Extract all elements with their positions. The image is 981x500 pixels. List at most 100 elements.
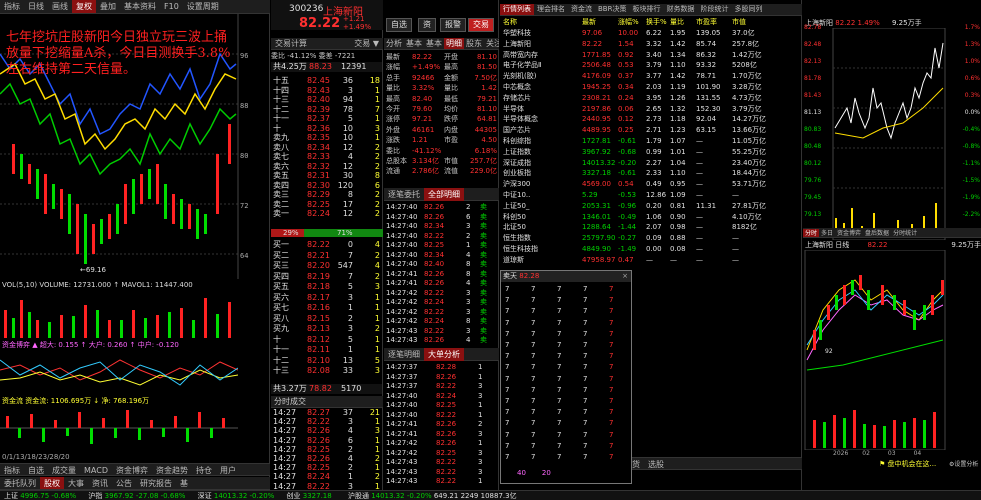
chart-tab-draw[interactable]: 画线 (48, 0, 72, 13)
chart-tab-daily[interactable]: 日线 (24, 0, 48, 13)
ind-tab-macd[interactable]: MACD (80, 464, 112, 475)
info-tab-news[interactable]: 资讯 (88, 477, 112, 489)
list-row[interactable]: 恒生科技指 4849.90 -1.49 0.00 0.08— — (500, 244, 802, 254)
tab-tick-detail[interactable]: 逐笔明细 (384, 348, 424, 361)
ind-tab-user[interactable]: 用户 (216, 464, 240, 475)
list-row[interactable]: 国产芯片 4489.95 0.25 2.71 1.23 63.15 13.66万亿 (500, 125, 802, 135)
chart-tab-adjust[interactable]: 复权 (72, 0, 96, 13)
chart-tab-indicator[interactable]: 指标 (0, 0, 24, 13)
buy-book-row[interactable]: 买一 82.22 0 4 (271, 240, 383, 250)
list-row[interactable]: 科创50 1346.01 -0.49 1.06 0.90—4.10万亿 (500, 212, 802, 222)
stats-tab-basic[interactable]: 基本 (404, 38, 424, 49)
info-button[interactable]: 资 (418, 18, 436, 32)
ind-tab-volume[interactable]: 成交量 (48, 464, 80, 475)
list-tab-flow[interactable]: 资金流 (568, 4, 595, 15)
stats-tab-basic2[interactable]: 基本 (424, 38, 444, 49)
buy-book-row[interactable]: 买五 82.18 5 3 (271, 282, 383, 292)
list-row[interactable]: 上证50_ 2053.31 -0.96 0.20 0.81 11.31 27.81万亿 (500, 201, 802, 211)
ind-tab-watch[interactable]: 自选 (24, 464, 48, 475)
list-row[interactable]: 上海新阳 82.22 1.54 3.32 1.42 85.74 257.8亿 (500, 39, 802, 49)
list-tab-multi[interactable]: 多股同列 (731, 4, 765, 15)
mini-tab-intraday[interactable]: 分时 (803, 229, 820, 237)
list-col-header[interactable]: 市值 (732, 17, 746, 27)
list-row[interactable]: 存储芯片 2308.21 0.24 3.95 1.26 131.55 4.73万亿 (500, 93, 802, 103)
buy-book[interactable]: 买一 82.22 0 4 买二 82.21 7 2 买三 82.20 547 4 买四 82.19 7 2 买五… (271, 238, 383, 378)
list-row[interactable]: 中芯概念 1945.25 0.34 2.03 1.19 101.90 3.28万亿 (500, 82, 802, 92)
buy-book-row[interactable]: 十一 82.11 1 1 (271, 345, 383, 355)
chart-tab-info[interactable]: 基本资料 (120, 0, 160, 13)
tick-list[interactable]: 14:27 82.27 37 21 14:27 82.22 3 1 14:27 82.26 4 3 14… (271, 408, 383, 491)
buy-book-row[interactable]: 十三 82.08 33 3 (271, 366, 383, 376)
tab-order-detail[interactable]: 逐笔委托 (384, 188, 424, 201)
list-col-header[interactable]: 量比 (670, 17, 684, 27)
list-tab-quotes[interactable]: 行情列表 (500, 4, 534, 15)
info-tab-fund[interactable]: 基 (176, 477, 192, 489)
list-col-header[interactable]: 名称 (503, 17, 517, 27)
quote-tab-trade[interactable]: 交易 ▼ (350, 38, 383, 49)
settings-link[interactable]: ⚙设置分析 (949, 459, 978, 468)
chart-tab-f10[interactable]: F10 (160, 0, 183, 13)
buy-book-row[interactable]: 买九 82.13 3 2 (271, 324, 383, 334)
buy-book-row[interactable]: 买三 82.20 547 4 (271, 261, 383, 271)
order-queue-popup[interactable]: 卖天 82.28 × 777777777777777777777777777777… (500, 270, 632, 484)
info-tab-events[interactable]: 大事 (64, 477, 88, 489)
list-row[interactable]: 恒生指数 25797.90 -0.27 0.09 0.88— — (500, 233, 802, 243)
list-row[interactable]: 华塑科技 97.06 10.00 6.22 1.95 139.05 37.0亿 (500, 28, 802, 38)
list-col-header[interactable]: 最新 (582, 17, 596, 27)
list-tab-rank[interactable]: 理会排名 (534, 4, 568, 15)
list-tab-sector[interactable]: 板块排行 (629, 4, 663, 15)
list-col-header[interactable]: 市盈率 (696, 17, 717, 27)
info-tab-queue[interactable]: 委托队列 (0, 477, 40, 489)
sell-book-row[interactable]: 卖一 82.24 12 2 (271, 209, 383, 219)
buy-book-row[interactable]: 十 82.12 5 1 (271, 335, 383, 345)
list-tab-bbr[interactable]: BBR决策 (595, 4, 629, 15)
ind-tab-position[interactable]: 持仓 (192, 464, 216, 475)
news-ticker[interactable]: ⚑ 盘中机会在这... (879, 459, 936, 469)
list-row[interactable]: 中证10.. 5.29 -0.53 12.86 1.09— — (500, 190, 802, 200)
mini-tab-stats[interactable]: 分时统计 (891, 229, 919, 237)
stats-tab-focus[interactable]: 关注 (484, 38, 499, 49)
list-col-header[interactable]: 涨幅% (618, 17, 639, 27)
buy-book-row[interactable]: 买四 82.19 7 2 (271, 272, 383, 282)
sell-book[interactable]: 十五 82.45 36 18 十四 82.43 3 1 十三 82.40 94 1 十二 82.39 78 7… (271, 76, 383, 242)
ind-tab-fundgame[interactable]: 资金博弈 (112, 464, 152, 475)
list-row[interactable]: 北证50 1288.64 -1.44 2.07 0.98—8182亿 (500, 222, 802, 232)
chart-tab-period[interactable]: 设置周期 (183, 0, 223, 13)
mini-tab-afterhours[interactable]: 盘后数据 (863, 229, 891, 237)
buy-book-row[interactable]: 买六 82.17 3 1 (271, 293, 383, 303)
list-row[interactable]: 高带宽内存 1771.85 0.92 3.40 1.34 86.32 1.42万亿 (500, 50, 802, 60)
detail-ticks[interactable]: 14:27:37 82.28 1 14:27:37 82.26 1 14:27:37 82.2… (384, 362, 499, 490)
info-tab-notice[interactable]: 公告 (112, 477, 136, 489)
tab-big-order[interactable]: 大单分析 (424, 348, 464, 361)
list-row[interactable]: 上证指数 3967.92 -0.68 0.99 1.01—55.25万亿 (500, 147, 802, 157)
chart-tab-overlay[interactable]: 叠加 (96, 0, 120, 13)
ind-tab-indicator[interactable]: 指标 (0, 464, 24, 475)
mini-tab-multiday[interactable]: 多日 (819, 229, 835, 237)
buy-book-row[interactable]: 十二 82.10 13 5 (271, 356, 383, 366)
list-row[interactable]: 道琼斯 47958.97 0.47— — — — (500, 255, 802, 265)
trade-button[interactable]: 交易 (468, 18, 494, 32)
stats-tab-holder[interactable]: 股东 (464, 38, 484, 49)
tab-all-detail[interactable]: 全部明细 (424, 188, 464, 201)
list-body[interactable]: 华塑科技 97.06 10.00 6.22 1.95 139.05 37.0亿 上海新阳 82.… (500, 28, 802, 268)
ind-tab-fundtrend[interactable]: 资金趋势 (152, 464, 192, 475)
lb-tab-pick[interactable]: 选股 (644, 458, 668, 469)
detail-tick-row[interactable]: 14:27:43 82.22 1 (384, 476, 499, 486)
list-row[interactable]: 创业板指 3327.18 -0.61 2.33 1.10—18.44万亿 (500, 168, 802, 178)
list-tab-finance[interactable]: 财务数据 (663, 4, 697, 15)
buy-book-row[interactable]: 买八 82.15 2 1 (271, 314, 383, 324)
list-row[interactable]: 科创综指 1727.81 -0.61 1.79 1.07—11.05万亿 (500, 136, 802, 146)
popup-close-icon[interactable]: × (622, 271, 628, 282)
list-row[interactable]: 半导体 2197.86 0.06 2.65 1.32 152.30 3.79万亿 (500, 104, 802, 114)
quote-tab-calc[interactable]: 交易计算 (271, 38, 311, 49)
list-tab-stage[interactable]: 阶段统计 (697, 4, 731, 15)
list-row[interactable]: 光刻机(胶) 4176.09 0.37 3.77 1.42 78.71 1.70万亿 (500, 71, 802, 81)
buy-book-row[interactable]: 买七 82.16 1 1 (271, 303, 383, 313)
list-row[interactable]: 沪深300 4569.00 0.54 0.49 0.95—53.71万亿 (500, 179, 802, 189)
list-row[interactable]: 深证成指 14013.32 -0.20 2.27 1.04—23.40万亿 (500, 158, 802, 168)
stats-tab-analysis[interactable]: 分析 (384, 38, 404, 49)
info-tab-research[interactable]: 研究报告 (136, 477, 176, 489)
order-tick-row[interactable]: 14:27:43 82.26 4 卖 (384, 335, 499, 345)
stats-tab-detail[interactable]: 明细 (444, 38, 464, 49)
list-row[interactable]: 半导体概念 2440.95 0.12 2.73 1.18 92.04 14.27万亿 (500, 114, 802, 124)
